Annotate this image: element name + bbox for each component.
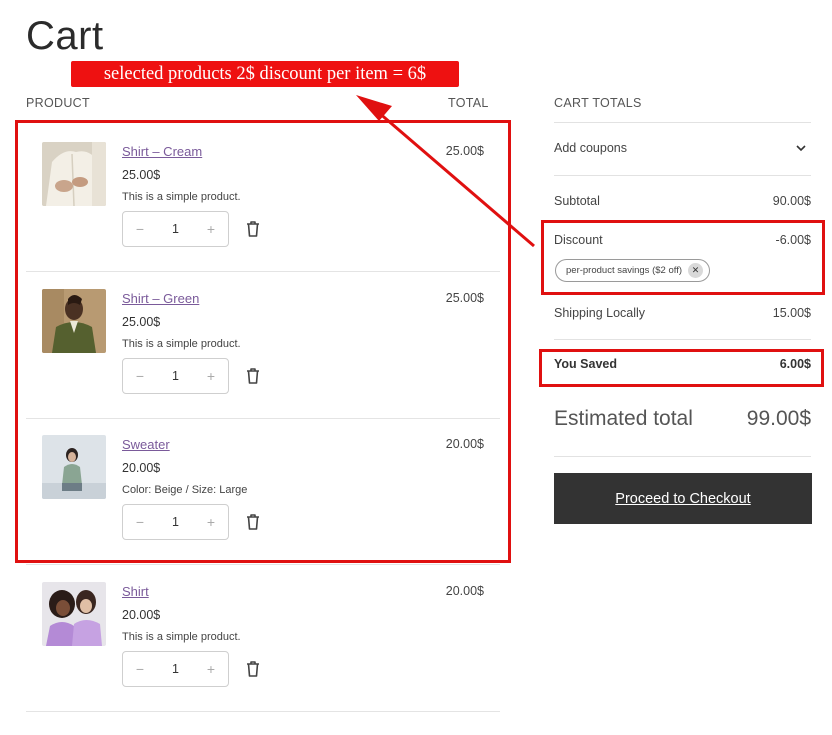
row-divider: [26, 711, 500, 712]
quantity-increase-button[interactable]: +: [204, 221, 218, 237]
line-total: 20.00$: [445, 584, 484, 598]
product-name-link[interactable]: Shirt: [122, 584, 149, 599]
quantity-value[interactable]: 1: [172, 222, 179, 236]
column-header-product: PRODUCT: [26, 96, 90, 110]
product-price: 25.00$: [122, 168, 161, 182]
cart-item: Shirt – Green 25.00$ This is a simple pr…: [26, 272, 500, 419]
product-description: This is a simple product.: [122, 631, 241, 643]
totals-divider: [554, 122, 811, 123]
product-description: This is a simple product.: [122, 191, 241, 203]
quantity-increase-button[interactable]: +: [204, 661, 218, 677]
totals-divider: [554, 339, 811, 340]
coupon-chip-label: per-product savings ($2 off): [566, 265, 682, 276]
trash-icon[interactable]: [245, 367, 261, 385]
product-description: Color: Beige / Size: Large: [122, 484, 248, 496]
shirt-green-photo[interactable]: [42, 289, 106, 353]
quantity-stepper: − 1 +: [122, 211, 229, 247]
shirt-cream-photo[interactable]: [42, 142, 106, 206]
quantity-stepper: − 1 +: [122, 358, 229, 394]
product-price: 20.00$: [122, 461, 161, 475]
quantity-value[interactable]: 1: [172, 369, 179, 383]
cart-totals-heading: CART TOTALS: [554, 96, 642, 110]
quantity-stepper: − 1 +: [122, 651, 229, 687]
product-description: This is a simple product.: [122, 338, 241, 350]
line-total: 20.00$: [445, 437, 484, 451]
product-name-link[interactable]: Shirt – Cream: [122, 144, 202, 159]
quantity-decrease-button[interactable]: −: [133, 368, 147, 384]
discount-value: -6.00$: [775, 233, 811, 247]
quantity-decrease-button[interactable]: −: [133, 514, 147, 530]
estimated-total-label: Estimated total: [554, 407, 693, 430]
cart-item: Sweater 20.00$ Color: Beige / Size: Larg…: [26, 418, 500, 565]
column-header-total: TOTAL: [448, 96, 489, 110]
quantity-value[interactable]: 1: [172, 515, 179, 529]
totals-divider: [554, 175, 811, 176]
quantity-decrease-button[interactable]: −: [133, 661, 147, 677]
annotation-callout: selected products 2$ discount per item =…: [71, 61, 459, 87]
quantity-value[interactable]: 1: [172, 662, 179, 676]
sweater-photo[interactable]: [42, 435, 106, 499]
product-name-link[interactable]: Shirt – Green: [122, 291, 199, 306]
discount-label: Discount: [554, 233, 603, 247]
product-price: 20.00$: [122, 608, 161, 622]
cart-item: Shirt 20.00$ This is a simple product. −…: [26, 565, 500, 712]
shipping-label: Shipping Locally: [554, 306, 646, 320]
shipping-value: 15.00$: [772, 306, 811, 320]
page-title: Cart: [26, 14, 104, 58]
highlight-box-discount: [541, 220, 825, 295]
you-saved-value: 6.00$: [779, 357, 811, 371]
line-total: 25.00$: [445, 144, 484, 158]
quantity-stepper: − 1 +: [122, 504, 229, 540]
proceed-to-checkout-button[interactable]: Proceed to Checkout: [554, 473, 812, 524]
coupon-chip: per-product savings ($2 off) ✕: [555, 259, 710, 282]
quantity-decrease-button[interactable]: −: [133, 221, 147, 237]
remove-coupon-icon[interactable]: ✕: [688, 263, 703, 278]
subtotal-label: Subtotal: [554, 194, 600, 208]
subtotal-value: 90.00$: [772, 194, 811, 208]
totals-divider: [554, 456, 811, 457]
shirt-photo[interactable]: [42, 582, 106, 646]
trash-icon[interactable]: [245, 660, 261, 678]
add-coupons-label: Add coupons: [554, 141, 627, 155]
trash-icon[interactable]: [245, 220, 261, 238]
you-saved-label: You Saved: [554, 357, 617, 371]
quantity-increase-button[interactable]: +: [204, 368, 218, 384]
line-total: 25.00$: [445, 291, 484, 305]
product-name-link[interactable]: Sweater: [122, 437, 170, 452]
cart-item: Shirt – Cream 25.00$ This is a simple pr…: [26, 125, 500, 272]
trash-icon[interactable]: [245, 513, 261, 531]
chevron-down-icon: [795, 142, 807, 157]
quantity-increase-button[interactable]: +: [204, 514, 218, 530]
product-price: 25.00$: [122, 315, 161, 329]
estimated-total-value: 99.00$: [746, 407, 811, 430]
